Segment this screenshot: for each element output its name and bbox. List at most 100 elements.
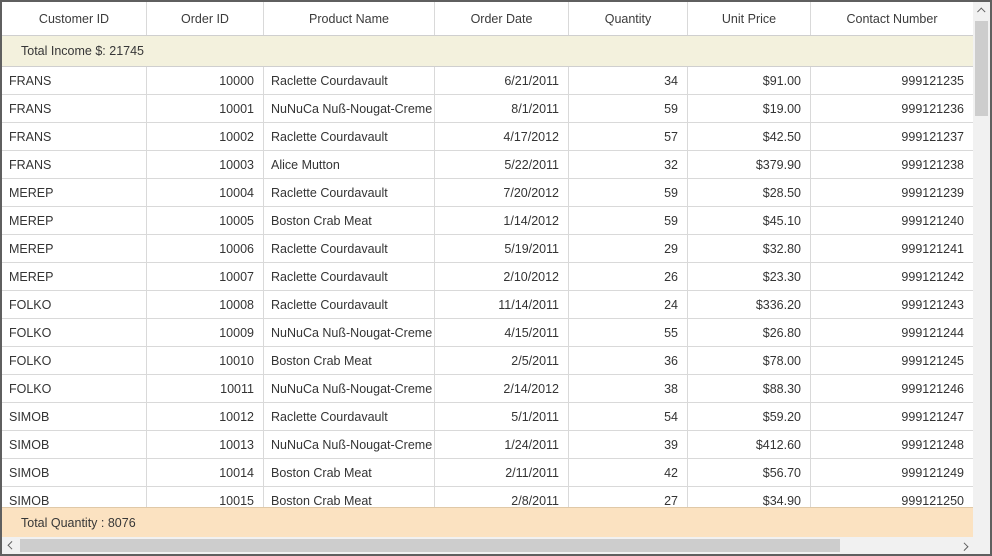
cell-customer-id[interactable]: SIMOB xyxy=(2,431,147,458)
cell-product-name[interactable]: Raclette Courdavault xyxy=(264,235,435,262)
cell-customer-id[interactable]: FRANS xyxy=(2,151,147,178)
cell-product-name[interactable]: NuNuCa Nuß-Nougat-Creme xyxy=(264,375,435,402)
cell-customer-id[interactable]: MEREP xyxy=(2,263,147,290)
cell-product-name[interactable]: Raclette Courdavault xyxy=(264,403,435,430)
cell-product-name[interactable]: NuNuCa Nuß-Nougat-Creme xyxy=(264,431,435,458)
cell-contact-number[interactable]: 999121245 xyxy=(811,347,973,374)
cell-unit-price[interactable]: $336.20 xyxy=(688,291,811,318)
cell-order-id[interactable]: 10010 xyxy=(147,347,264,374)
table-row[interactable]: FOLKO 10008 Raclette Courdavault 11/14/2011… xyxy=(2,291,973,319)
cell-order-date[interactable]: 11/14/2011 xyxy=(435,291,569,318)
cell-contact-number[interactable]: 999121249 xyxy=(811,459,973,486)
cell-customer-id[interactable]: FRANS xyxy=(2,67,147,94)
cell-quantity[interactable]: 42 xyxy=(569,459,688,486)
cell-contact-number[interactable]: 999121246 xyxy=(811,375,973,402)
horizontal-scroll-thumb[interactable] xyxy=(20,539,840,552)
cell-contact-number[interactable]: 999121237 xyxy=(811,123,973,150)
cell-quantity[interactable]: 34 xyxy=(569,67,688,94)
cell-quantity[interactable]: 27 xyxy=(569,487,688,507)
cell-order-id[interactable]: 10002 xyxy=(147,123,264,150)
cell-quantity[interactable]: 36 xyxy=(569,347,688,374)
cell-contact-number[interactable]: 999121236 xyxy=(811,95,973,122)
cell-quantity[interactable]: 26 xyxy=(569,263,688,290)
cell-contact-number[interactable]: 999121240 xyxy=(811,207,973,234)
cell-order-date[interactable]: 6/21/2011 xyxy=(435,67,569,94)
cell-order-date[interactable]: 4/15/2011 xyxy=(435,319,569,346)
cell-contact-number[interactable]: 999121238 xyxy=(811,151,973,178)
cell-quantity[interactable]: 59 xyxy=(569,95,688,122)
cell-unit-price[interactable]: $32.80 xyxy=(688,235,811,262)
horizontal-scrollbar[interactable] xyxy=(2,537,973,554)
cell-customer-id[interactable]: MEREP xyxy=(2,235,147,262)
header-cell-order-date[interactable]: Order Date xyxy=(435,2,569,35)
table-row[interactable]: MEREP 10007 Raclette Courdavault 2/10/2012 2… xyxy=(2,263,973,291)
cell-product-name[interactable]: NuNuCa Nuß-Nougat-Creme xyxy=(264,95,435,122)
vertical-scrollbar[interactable] xyxy=(973,2,990,537)
cell-customer-id[interactable]: SIMOB xyxy=(2,403,147,430)
cell-product-name[interactable]: Boston Crab Meat xyxy=(264,347,435,374)
cell-product-name[interactable]: Raclette Courdavault xyxy=(264,123,435,150)
table-row[interactable]: MEREP 10006 Raclette Courdavault 5/19/2011 2… xyxy=(2,235,973,263)
cell-product-name[interactable]: NuNuCa Nuß-Nougat-Creme xyxy=(264,319,435,346)
table-row[interactable]: FRANS 10002 Raclette Courdavault 4/17/2012 5… xyxy=(2,123,973,151)
cell-unit-price[interactable]: $379.90 xyxy=(688,151,811,178)
cell-contact-number[interactable]: 999121242 xyxy=(811,263,973,290)
cell-quantity[interactable]: 29 xyxy=(569,235,688,262)
cell-order-id[interactable]: 10014 xyxy=(147,459,264,486)
cell-quantity[interactable]: 38 xyxy=(569,375,688,402)
table-row[interactable]: MEREP 10005 Boston Crab Meat 1/14/2012 59 $45… xyxy=(2,207,973,235)
cell-order-id[interactable]: 10004 xyxy=(147,179,264,206)
cell-customer-id[interactable]: SIMOB xyxy=(2,487,147,507)
table-row[interactable]: MEREP 10004 Raclette Courdavault 7/20/2012 5… xyxy=(2,179,973,207)
cell-unit-price[interactable]: $19.00 xyxy=(688,95,811,122)
cell-customer-id[interactable]: FRANS xyxy=(2,95,147,122)
vertical-scroll-thumb[interactable] xyxy=(975,21,988,116)
header-cell-customer-id[interactable]: Customer ID xyxy=(2,2,147,35)
cell-quantity[interactable]: 55 xyxy=(569,319,688,346)
cell-unit-price[interactable]: $45.10 xyxy=(688,207,811,234)
cell-order-id[interactable]: 10013 xyxy=(147,431,264,458)
cell-unit-price[interactable]: $91.00 xyxy=(688,67,811,94)
cell-order-date[interactable]: 1/24/2011 xyxy=(435,431,569,458)
cell-quantity[interactable]: 39 xyxy=(569,431,688,458)
table-row[interactable]: FRANS 10001 NuNuCa Nuß-Nougat-Creme 8/1/201… xyxy=(2,95,973,123)
cell-quantity[interactable]: 59 xyxy=(569,179,688,206)
table-row[interactable]: FOLKO 10010 Boston Crab Meat 2/5/2011 36 $78.… xyxy=(2,347,973,375)
cell-order-date[interactable]: 5/1/2011 xyxy=(435,403,569,430)
cell-unit-price[interactable]: $23.30 xyxy=(688,263,811,290)
scroll-left-button[interactable] xyxy=(2,537,19,554)
cell-contact-number[interactable]: 999121248 xyxy=(811,431,973,458)
cell-order-id[interactable]: 10003 xyxy=(147,151,264,178)
cell-order-id[interactable]: 10001 xyxy=(147,95,264,122)
cell-order-date[interactable]: 7/20/2012 xyxy=(435,179,569,206)
cell-product-name[interactable]: Raclette Courdavault xyxy=(264,291,435,318)
cell-contact-number[interactable]: 999121239 xyxy=(811,179,973,206)
cell-order-date[interactable]: 4/17/2012 xyxy=(435,123,569,150)
cell-contact-number[interactable]: 999121235 xyxy=(811,67,973,94)
cell-customer-id[interactable]: MEREP xyxy=(2,179,147,206)
cell-customer-id[interactable]: FRANS xyxy=(2,123,147,150)
cell-product-name[interactable]: Boston Crab Meat xyxy=(264,459,435,486)
cell-customer-id[interactable]: FOLKO xyxy=(2,375,147,402)
cell-unit-price[interactable]: $59.20 xyxy=(688,403,811,430)
cell-order-id[interactable]: 10007 xyxy=(147,263,264,290)
table-row[interactable]: SIMOB 10015 Boston Crab Meat 2/8/2011 27 $34.… xyxy=(2,487,973,507)
cell-order-date[interactable]: 2/8/2011 xyxy=(435,487,569,507)
cell-quantity[interactable]: 32 xyxy=(569,151,688,178)
cell-unit-price[interactable]: $78.00 xyxy=(688,347,811,374)
cell-order-id[interactable]: 10009 xyxy=(147,319,264,346)
cell-contact-number[interactable]: 999121247 xyxy=(811,403,973,430)
cell-unit-price[interactable]: $412.60 xyxy=(688,431,811,458)
cell-order-id[interactable]: 10000 xyxy=(147,67,264,94)
table-row[interactable]: FRANS 10000 Raclette Courdavault 6/21/2011 3… xyxy=(2,67,973,95)
header-cell-order-id[interactable]: Order ID xyxy=(147,2,264,35)
header-cell-quantity[interactable]: Quantity xyxy=(569,2,688,35)
cell-order-id[interactable]: 10015 xyxy=(147,487,264,507)
cell-order-id[interactable]: 10005 xyxy=(147,207,264,234)
cell-customer-id[interactable]: FOLKO xyxy=(2,347,147,374)
cell-customer-id[interactable]: FOLKO xyxy=(2,319,147,346)
cell-order-id[interactable]: 10011 xyxy=(147,375,264,402)
header-cell-unit-price[interactable]: Unit Price xyxy=(688,2,811,35)
cell-order-date[interactable]: 5/19/2011 xyxy=(435,235,569,262)
cell-order-id[interactable]: 10008 xyxy=(147,291,264,318)
